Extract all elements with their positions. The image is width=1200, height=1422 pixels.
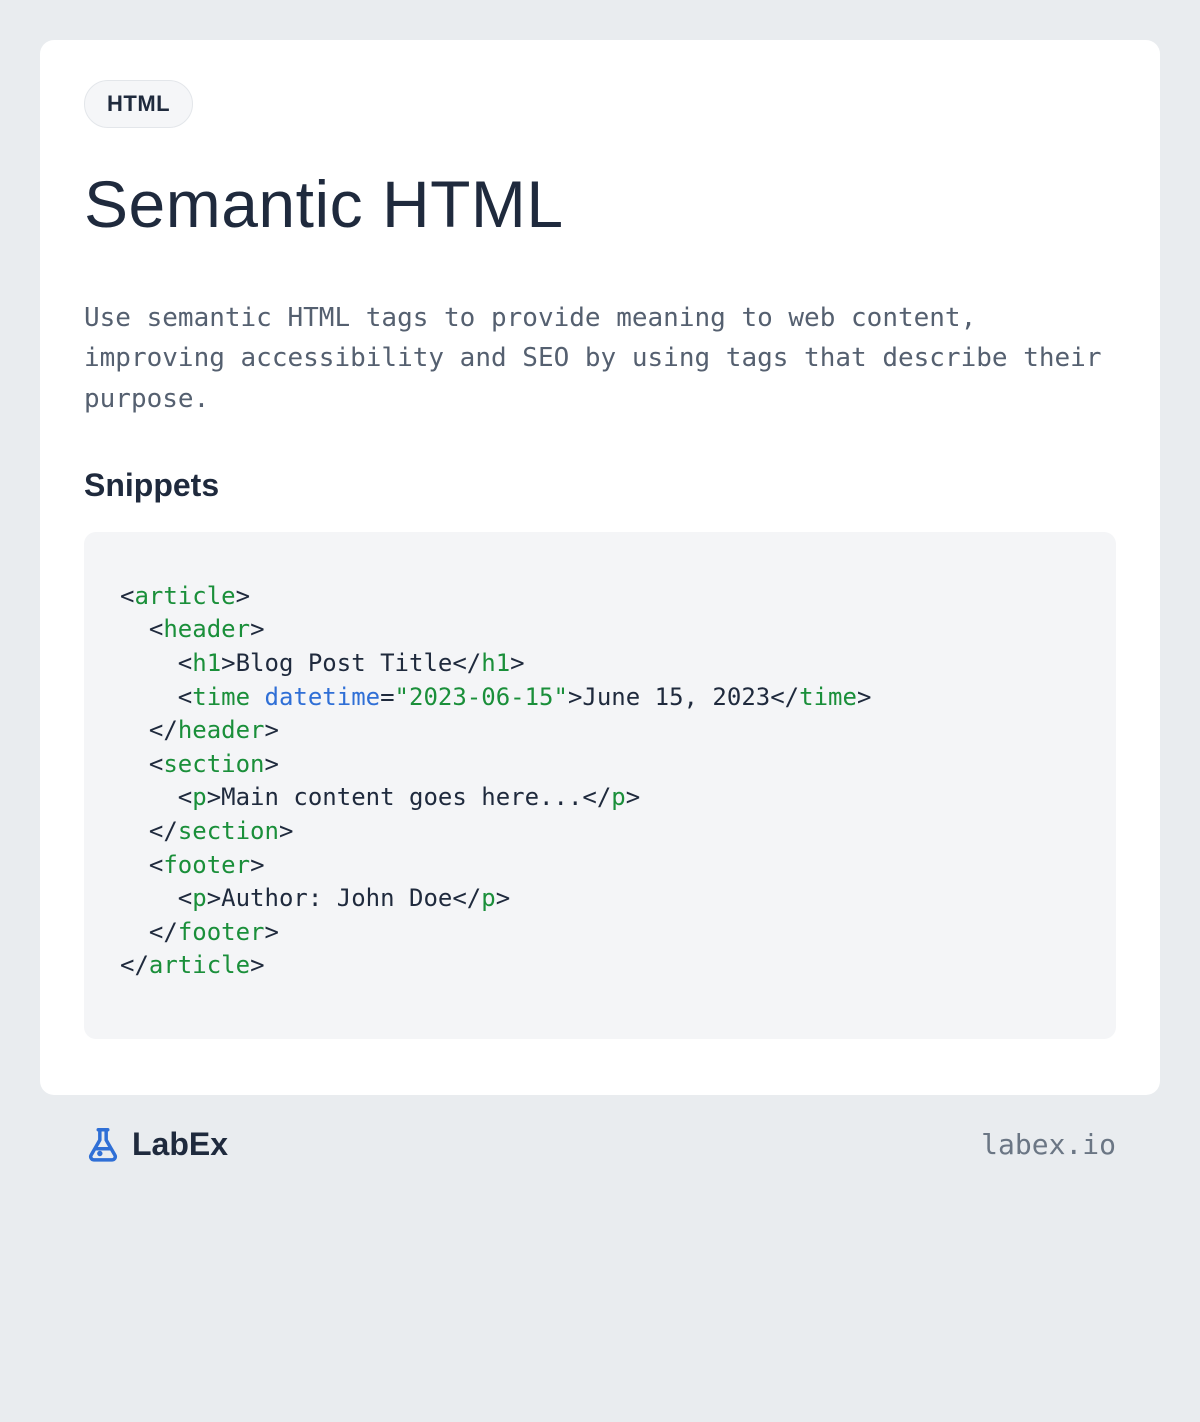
code-snippet: <article> <header> <h1>Blog Post Title</… [84, 532, 1116, 1039]
brand-url: labex.io [981, 1128, 1116, 1161]
flask-icon [84, 1125, 122, 1163]
page-description: Use semantic HTML tags to provide meanin… [84, 298, 1116, 419]
category-badge: HTML [84, 80, 193, 128]
page-title: Semantic HTML [84, 166, 1116, 242]
page-footer: LabEx labex.io [40, 1095, 1160, 1163]
brand: LabEx [84, 1125, 228, 1163]
snippets-heading: Snippets [84, 467, 1116, 504]
page: HTML Semantic HTML Use semantic HTML tag… [0, 0, 1200, 1163]
content-card: HTML Semantic HTML Use semantic HTML tag… [40, 40, 1160, 1095]
brand-name: LabEx [132, 1126, 228, 1163]
